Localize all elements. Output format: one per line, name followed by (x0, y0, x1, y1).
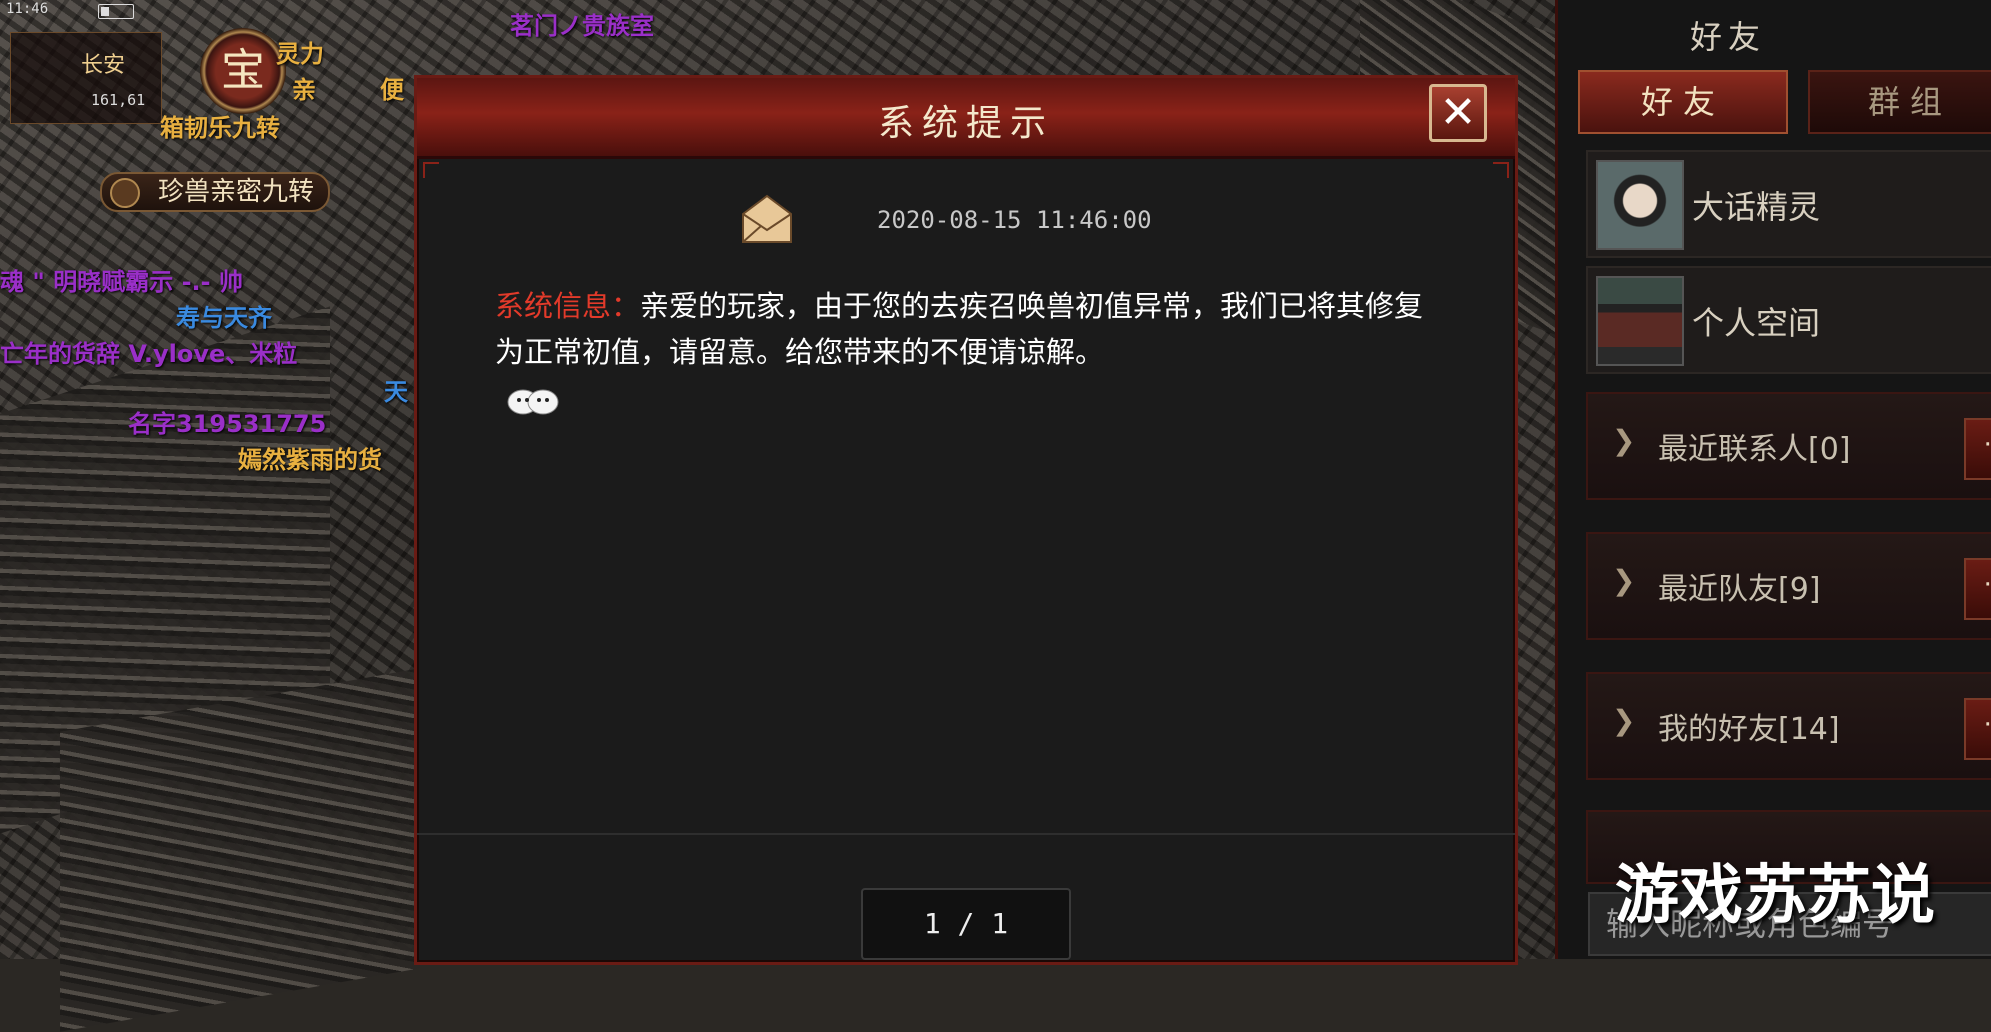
corner-ornament (423, 162, 439, 178)
scene-text: 名字319531775 (128, 410, 327, 438)
pet-icon (110, 178, 140, 208)
status-bar: 11:46 (0, 0, 200, 22)
message-body: 系统信息：亲爱的玩家，由于您的去疾召唤兽初值异常，我们已将其修复为正常初值，请留… (495, 283, 1435, 375)
friends-panel: 好友 好友 群组 大话精灵 个人空间 ❯ 最近联系人[0] ··· ❯ 最近队友… (1555, 0, 1991, 959)
clock: 11:46 (6, 1, 49, 17)
close-button[interactable]: ✕ (1429, 84, 1487, 142)
chevron-right-icon: ❯ (1612, 704, 1636, 737)
scene-text: 亲 (292, 76, 316, 104)
more-button[interactable]: ··· (1964, 418, 1991, 480)
panel-title: 好友 (1689, 18, 1766, 56)
contact-item[interactable]: 个人空间 (1586, 266, 1991, 374)
scene-text: 灵力 (276, 40, 324, 68)
scene-text: 魂 " 明晓赋霸示 -.- 帅 (0, 268, 243, 296)
treasure-button[interactable]: 宝 (200, 28, 286, 114)
avatar-icon (1596, 160, 1684, 250)
emoji-icon (507, 389, 559, 415)
envelope-icon (742, 194, 792, 243)
tab-friends[interactable]: 好友 (1578, 70, 1788, 134)
house-icon (1596, 276, 1684, 366)
watermark: 游戏苏苏说 (1615, 859, 1935, 933)
scene-text: 寿与天齐 (176, 304, 272, 332)
pet-bond-button[interactable]: 珍兽亲密九转 (100, 172, 331, 212)
group-item[interactable]: ❯ 最近队友[9] ··· (1586, 532, 1991, 640)
chevron-right-icon: ❯ (1612, 564, 1636, 597)
group-name: 最近队友[9] (1658, 572, 1821, 607)
chevron-right-icon: ❯ (1612, 424, 1636, 457)
scene-text: 亡年的货辞 V.ylove、米粒 (0, 340, 298, 368)
group-name: 我的好友[14] (1658, 712, 1840, 747)
scene-text: 茗门ノ贵族室 (510, 12, 654, 40)
tab-groups[interactable]: 群组 (1808, 70, 1991, 134)
page-indicator: 1 / 1 (861, 888, 1071, 960)
dialog-titlebar: 系统提示 ✕ (417, 78, 1515, 159)
battery-icon (98, 4, 134, 19)
contact-name: 大话精灵 (1692, 188, 1821, 226)
pill-label: 珍兽亲密九转 (158, 177, 315, 207)
more-button[interactable]: ··· (1964, 698, 1991, 760)
coordinates: 161,61 (91, 91, 146, 109)
divider (417, 833, 1515, 835)
scene-text: 便 (380, 76, 404, 104)
group-item[interactable]: ❯ 最近联系人[0] ··· (1586, 392, 1991, 500)
system-notice-dialog: 系统提示 ✕ 2020-08-15 11:46:00 系统信息：亲爱的玩家，由于… (414, 75, 1518, 965)
corner-ornament (1493, 162, 1509, 178)
scene-text: 天 (384, 378, 408, 406)
dialog-title: 系统提示 (877, 103, 1054, 144)
city-name: 长安 (81, 53, 126, 78)
minimap-location[interactable]: 长安 161,61 (10, 32, 162, 124)
roof-tiles (60, 668, 420, 1032)
more-button[interactable]: ··· (1964, 558, 1991, 620)
scene-text: 嫣然紫雨的货 (238, 446, 382, 474)
group-item[interactable]: ❯ 我的好友[14] ··· (1586, 672, 1991, 780)
contact-item[interactable]: 大话精灵 (1586, 150, 1991, 258)
message-label: 系统信息： (495, 289, 641, 323)
contact-name: 个人空间 (1692, 304, 1821, 342)
message-datetime: 2020-08-15 11:46:00 (877, 206, 1152, 234)
group-name: 最近联系人[0] (1658, 432, 1851, 467)
scene-text: 箱韧乐九转 (160, 114, 280, 142)
